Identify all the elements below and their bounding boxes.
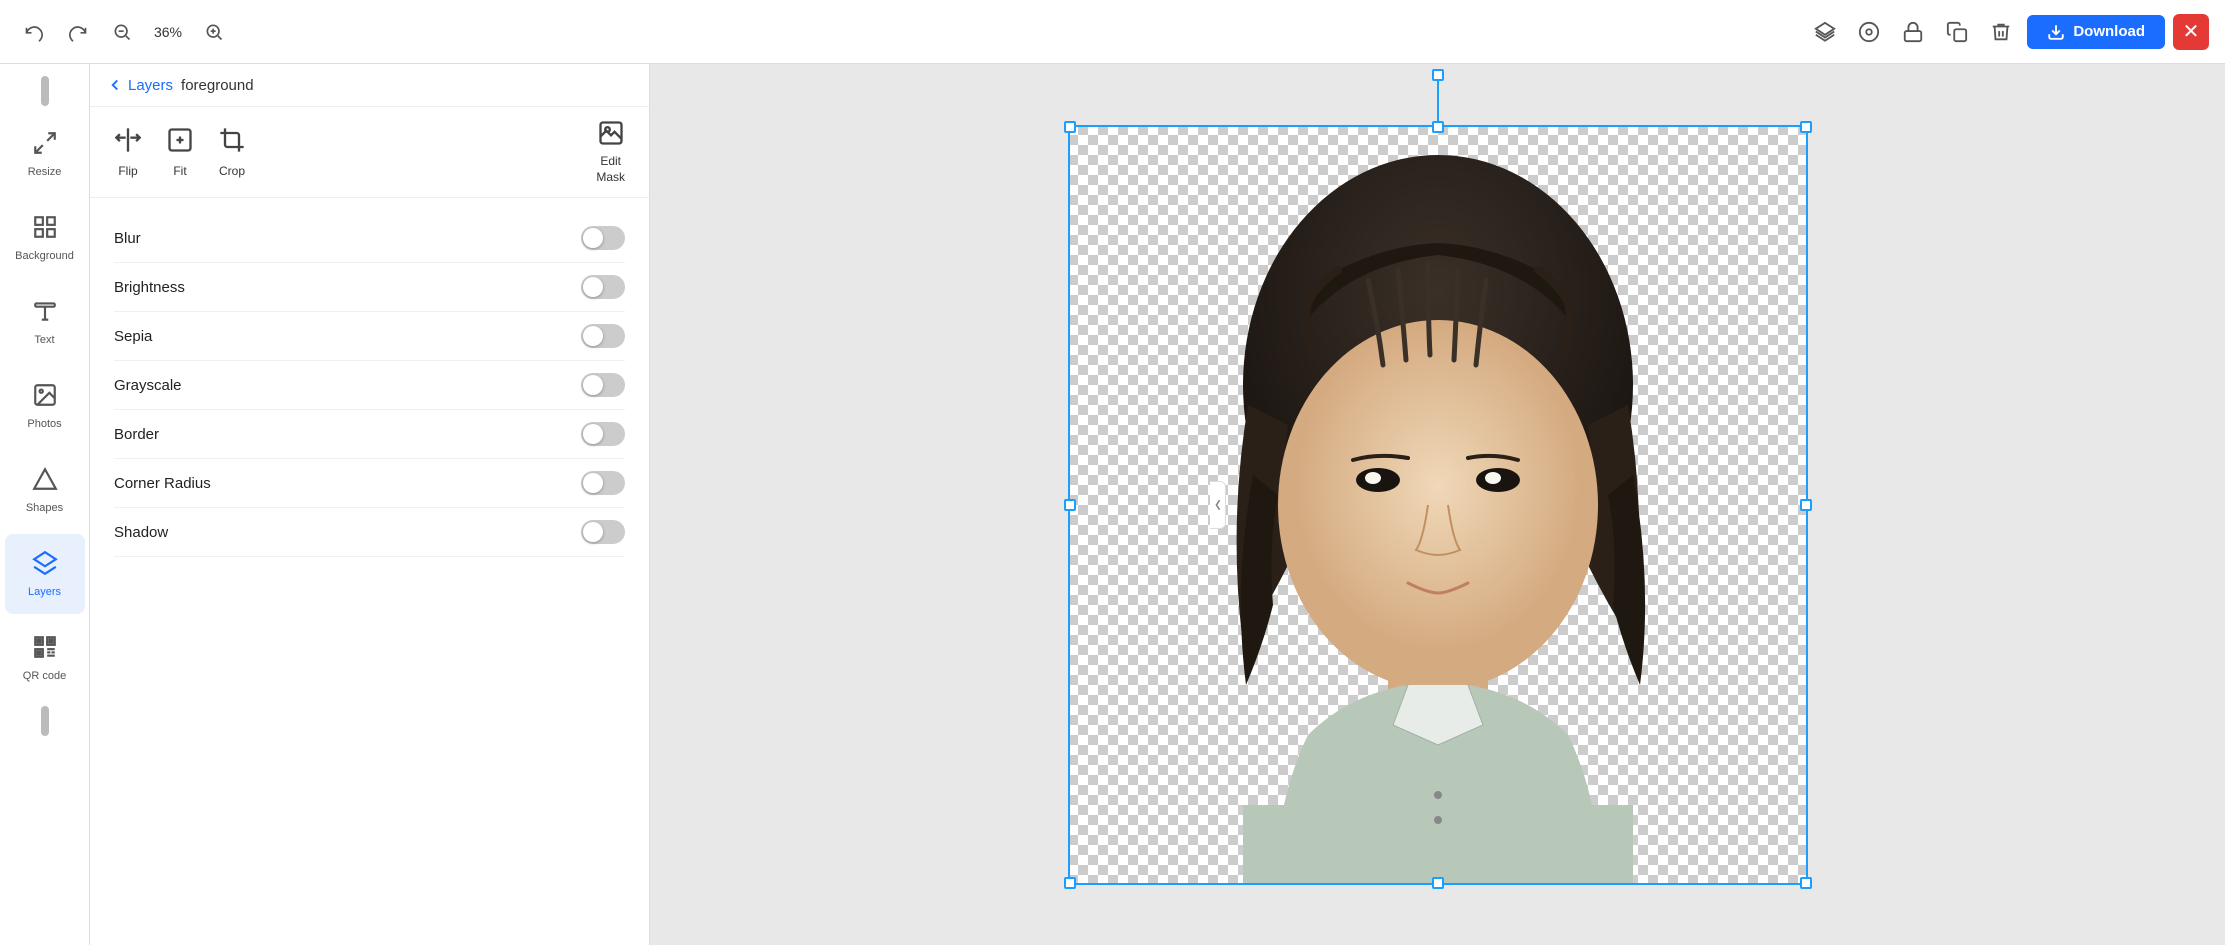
edit-mask-button[interactable]: EditMask xyxy=(596,119,625,185)
toolbar-left: 36% xyxy=(16,14,1799,50)
sidebar-item-layers-label: Layers xyxy=(28,586,61,598)
layers-icon-button[interactable] xyxy=(1807,14,1843,50)
toolbar-right: Download ✕ xyxy=(1807,14,2209,50)
sidebar-item-layers[interactable]: Layers xyxy=(5,534,85,614)
canvas-content xyxy=(1068,125,1808,885)
zoom-in-button[interactable] xyxy=(196,14,232,50)
top-toolbar: 36% Download ✕ xyxy=(0,0,2225,64)
sepia-toggle[interactable] xyxy=(581,324,625,348)
filter-row-border: Border xyxy=(114,410,625,459)
close-button[interactable]: ✕ xyxy=(2173,14,2209,50)
sidebar-item-qrcode-label: QR code xyxy=(23,670,66,682)
download-button[interactable]: Download xyxy=(2027,15,2165,49)
border-toggle[interactable] xyxy=(581,422,625,446)
filter-row-sepia: Sepia xyxy=(114,312,625,361)
edit-mask-label: EditMask xyxy=(596,154,625,185)
qrcode-icon xyxy=(32,634,58,666)
left-sidebar: Resize Background Text Photos Shapes xyxy=(0,64,90,945)
back-button[interactable]: Layers xyxy=(106,76,173,94)
blur-label: Blur xyxy=(114,230,141,247)
crop-label: Crop xyxy=(219,164,245,178)
flip-button[interactable]: Flip xyxy=(114,126,142,178)
download-label: Download xyxy=(2073,23,2145,40)
shadow-toggle[interactable] xyxy=(581,520,625,544)
rotation-handle-bar xyxy=(1437,75,1439,125)
brightness-label: Brightness xyxy=(114,279,185,296)
delete-icon-button[interactable] xyxy=(1983,14,2019,50)
sidebar-item-photos[interactable]: Photos xyxy=(5,366,85,446)
sidebar-item-resize-label: Resize xyxy=(28,166,62,178)
sidebar-item-background[interactable]: Background xyxy=(5,198,85,278)
filter-row-grayscale: Grayscale xyxy=(114,361,625,410)
sidebar-item-qrcode[interactable]: QR code xyxy=(5,618,85,698)
main-content: Resize Background Text Photos Shapes xyxy=(0,64,2225,945)
shapes-icon xyxy=(32,466,58,498)
text-icon xyxy=(32,298,58,330)
back-label: Layers xyxy=(128,77,173,94)
fit-icon xyxy=(166,126,194,160)
sidebar-item-text-label: Text xyxy=(34,334,54,346)
close-icon: ✕ xyxy=(2183,19,2200,44)
lock-icon-button[interactable] xyxy=(1895,14,1931,50)
corner-radius-toggle[interactable] xyxy=(581,471,625,495)
scrollbar-bottom[interactable] xyxy=(41,706,49,736)
flip-icon xyxy=(114,126,142,160)
undo-button[interactable] xyxy=(16,14,52,50)
zoom-out-button[interactable] xyxy=(104,14,140,50)
dropper-icon-button[interactable] xyxy=(1851,14,1887,50)
fit-label: Fit xyxy=(173,164,186,178)
sidebar-item-shapes[interactable]: Shapes xyxy=(5,450,85,530)
filter-row-blur: Blur xyxy=(114,214,625,263)
filter-row-brightness: Brightness xyxy=(114,263,625,312)
background-icon xyxy=(32,214,58,246)
flip-label: Flip xyxy=(118,164,137,178)
mask-icon xyxy=(597,119,625,150)
sidebar-item-background-label: Background xyxy=(15,250,74,262)
sidebar-item-photos-label: Photos xyxy=(27,418,61,430)
layer-name: foreground xyxy=(181,77,254,94)
portrait-image[interactable] xyxy=(1068,125,1808,885)
brightness-toggle[interactable] xyxy=(581,275,625,299)
layers-icon xyxy=(32,550,58,582)
shadow-label: Shadow xyxy=(114,524,168,541)
filter-row-shadow: Shadow xyxy=(114,508,625,557)
panel: Layers foreground Flip Fit xyxy=(90,64,650,945)
crop-icon xyxy=(218,126,246,160)
corner-radius-label: Corner Radius xyxy=(114,475,211,492)
canvas-area xyxy=(650,64,2225,945)
duplicate-icon-button[interactable] xyxy=(1939,14,1975,50)
sidebar-item-resize[interactable]: Resize xyxy=(5,114,85,194)
sepia-label: Sepia xyxy=(114,328,152,345)
scrollbar-top[interactable] xyxy=(41,76,49,106)
panel-filters: Blur Brightness Sepia Grayscale Border C… xyxy=(90,198,649,945)
zoom-level: 36% xyxy=(148,24,188,40)
photos-icon xyxy=(32,382,58,414)
panel-actions: Flip Fit Crop EditMask xyxy=(90,107,649,198)
rotation-handle[interactable] xyxy=(1432,69,1444,81)
blur-toggle[interactable] xyxy=(581,226,625,250)
grayscale-label: Grayscale xyxy=(114,377,182,394)
sidebar-item-shapes-label: Shapes xyxy=(26,502,63,514)
panel-header: Layers foreground xyxy=(90,64,649,107)
redo-button[interactable] xyxy=(60,14,96,50)
grayscale-toggle[interactable] xyxy=(581,373,625,397)
resize-icon xyxy=(32,130,58,162)
collapse-handle[interactable] xyxy=(1210,481,1226,529)
crop-button[interactable]: Crop xyxy=(218,126,246,178)
fit-button[interactable]: Fit xyxy=(166,126,194,178)
border-label: Border xyxy=(114,426,159,443)
filter-row-corner-radius: Corner Radius xyxy=(114,459,625,508)
sidebar-item-text[interactable]: Text xyxy=(5,282,85,362)
